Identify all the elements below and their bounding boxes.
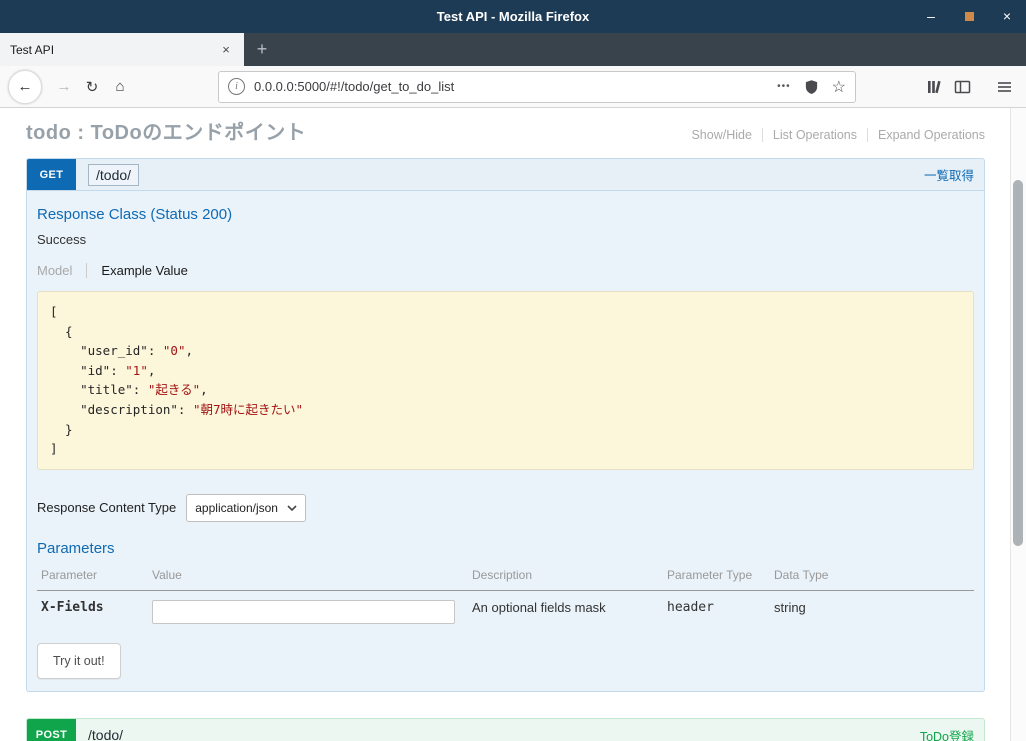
parameters-table-header-row: Parameter Value Description Parameter Ty… [37, 560, 974, 591]
scrollbar-thumb[interactable] [1013, 180, 1023, 546]
window-titlebar: Test API - Mozilla Firefox – × [0, 0, 1026, 33]
tab-model[interactable]: Model [37, 263, 86, 278]
page-content: todo : ToDoのエンドポイント Show/Hide List Opera… [0, 108, 1026, 741]
window-controls: – × [922, 0, 1016, 33]
close-button[interactable]: × [998, 0, 1016, 33]
site-info-icon[interactable]: i [228, 78, 245, 95]
col-parameter-type: Parameter Type [663, 560, 770, 591]
col-parameter: Parameter [37, 560, 148, 591]
url-actions: ••• ☆ [777, 77, 846, 97]
response-content-type-row: Response Content Type application/json [37, 493, 974, 522]
resource-links: Show/Hide List Operations Expand Operati… [681, 128, 985, 142]
post-operation: POST /todo/ ToDo登録 [26, 717, 985, 741]
forward-button[interactable]: → [50, 73, 78, 101]
content-type-select[interactable]: application/json [186, 493, 306, 522]
menu-button[interactable] [990, 73, 1018, 101]
maximize-icon [964, 12, 974, 21]
col-data-type: Data Type [770, 560, 974, 591]
url-bar[interactable]: i 0.0.0.0:5000/#!/todo/get_to_do_list ••… [218, 70, 856, 103]
back-button[interactable]: ← [8, 69, 42, 104]
parameter-row-x-fields: X-Fields An optional fields mask header … [37, 590, 974, 633]
swagger-page: todo : ToDoのエンドポイント Show/Hide List Opera… [0, 108, 1011, 741]
response-class-heading: Response Class (Status 200) [37, 206, 233, 223]
parameters-table: Parameter Value Description Parameter Ty… [37, 560, 974, 633]
url-text[interactable]: 0.0.0.0:5000/#!/todo/get_to_do_list [254, 79, 768, 94]
browser-tab[interactable]: Test API × [0, 33, 244, 66]
window-title: Test API - Mozilla Firefox [436, 9, 590, 24]
content-type-value: application/json [195, 500, 278, 515]
reload-icon: ↻ [85, 78, 99, 96]
show-hide-link[interactable]: Show/Hide [681, 128, 761, 142]
vertical-scrollbar[interactable] [1010, 108, 1026, 741]
get-operation-body: Response Class (Status 200) Success Mode… [26, 191, 985, 692]
get-method-badge: GET [27, 159, 76, 190]
col-value: Value [148, 560, 468, 591]
firefox-window: Test API - Mozilla Firefox – × Test API … [0, 0, 1026, 741]
sidebar-toggle-icon[interactable] [948, 73, 976, 101]
parameters-heading: Parameters [37, 539, 115, 557]
response-description: Success [37, 232, 87, 247]
page-actions-icon[interactable]: ••• [777, 81, 791, 92]
x-fields-input[interactable] [152, 599, 455, 624]
expand-operations-link[interactable]: Expand Operations [866, 128, 985, 142]
home-button[interactable]: ⌂ [106, 73, 134, 101]
tab-title: Test API [10, 42, 55, 57]
post-summary: ToDo登録 [919, 729, 974, 741]
get-operation: GET /todo/ 一覧取得 Response Class (Status 2… [26, 158, 985, 692]
tab-example-value[interactable]: Example Value [86, 263, 188, 278]
tab-strip: Test API × + [0, 33, 1026, 66]
home-icon: ⌂ [115, 78, 125, 95]
new-tab-button[interactable]: + [244, 33, 280, 66]
navigation-toolbar: ← → ↻ ⌂ i 0.0.0.0:5000/#!/todo/get_to_do… [0, 66, 1026, 108]
minimize-button[interactable]: – [922, 0, 940, 33]
param-description: An optional fields mask [472, 599, 606, 615]
example-tabs: Model Example Value [37, 263, 974, 278]
tracking-protection-shield-icon[interactable] [804, 79, 819, 95]
list-operations-link[interactable]: List Operations [761, 128, 867, 142]
resource-header: todo : ToDoのエンドポイント Show/Hide List Opera… [26, 116, 985, 145]
reload-button[interactable]: ↻ [78, 73, 106, 101]
resource-title: todo : ToDoのエンドポイント [26, 122, 307, 144]
post-path-link[interactable]: /todo/ [88, 727, 123, 741]
bookmark-star-icon[interactable]: ☆ [832, 77, 846, 97]
get-operation-header[interactable]: GET /todo/ 一覧取得 [26, 158, 985, 191]
post-operation-header[interactable]: POST /todo/ ToDo登録 [26, 717, 985, 741]
tab-close-icon[interactable]: × [218, 42, 234, 57]
maximize-button[interactable] [960, 0, 978, 33]
chevron-down-icon [287, 505, 297, 511]
example-json: [ { "user_id": "0", "id": "1", "title": … [37, 291, 974, 470]
response-content-type-label: Response Content Type [37, 500, 177, 516]
param-name: X-Fields [41, 599, 104, 615]
col-description: Description [468, 560, 663, 591]
forward-icon: → [56, 78, 72, 95]
back-icon: ← [17, 78, 33, 95]
get-summary: 一覧取得 [923, 169, 974, 183]
param-type: header [667, 599, 714, 615]
try-it-out-button[interactable]: Try it out! [37, 642, 121, 679]
post-method-badge: POST [27, 718, 76, 741]
library-icon[interactable] [920, 73, 948, 101]
param-data-type: string [774, 599, 806, 615]
get-path-link[interactable]: /todo/ [88, 163, 140, 186]
